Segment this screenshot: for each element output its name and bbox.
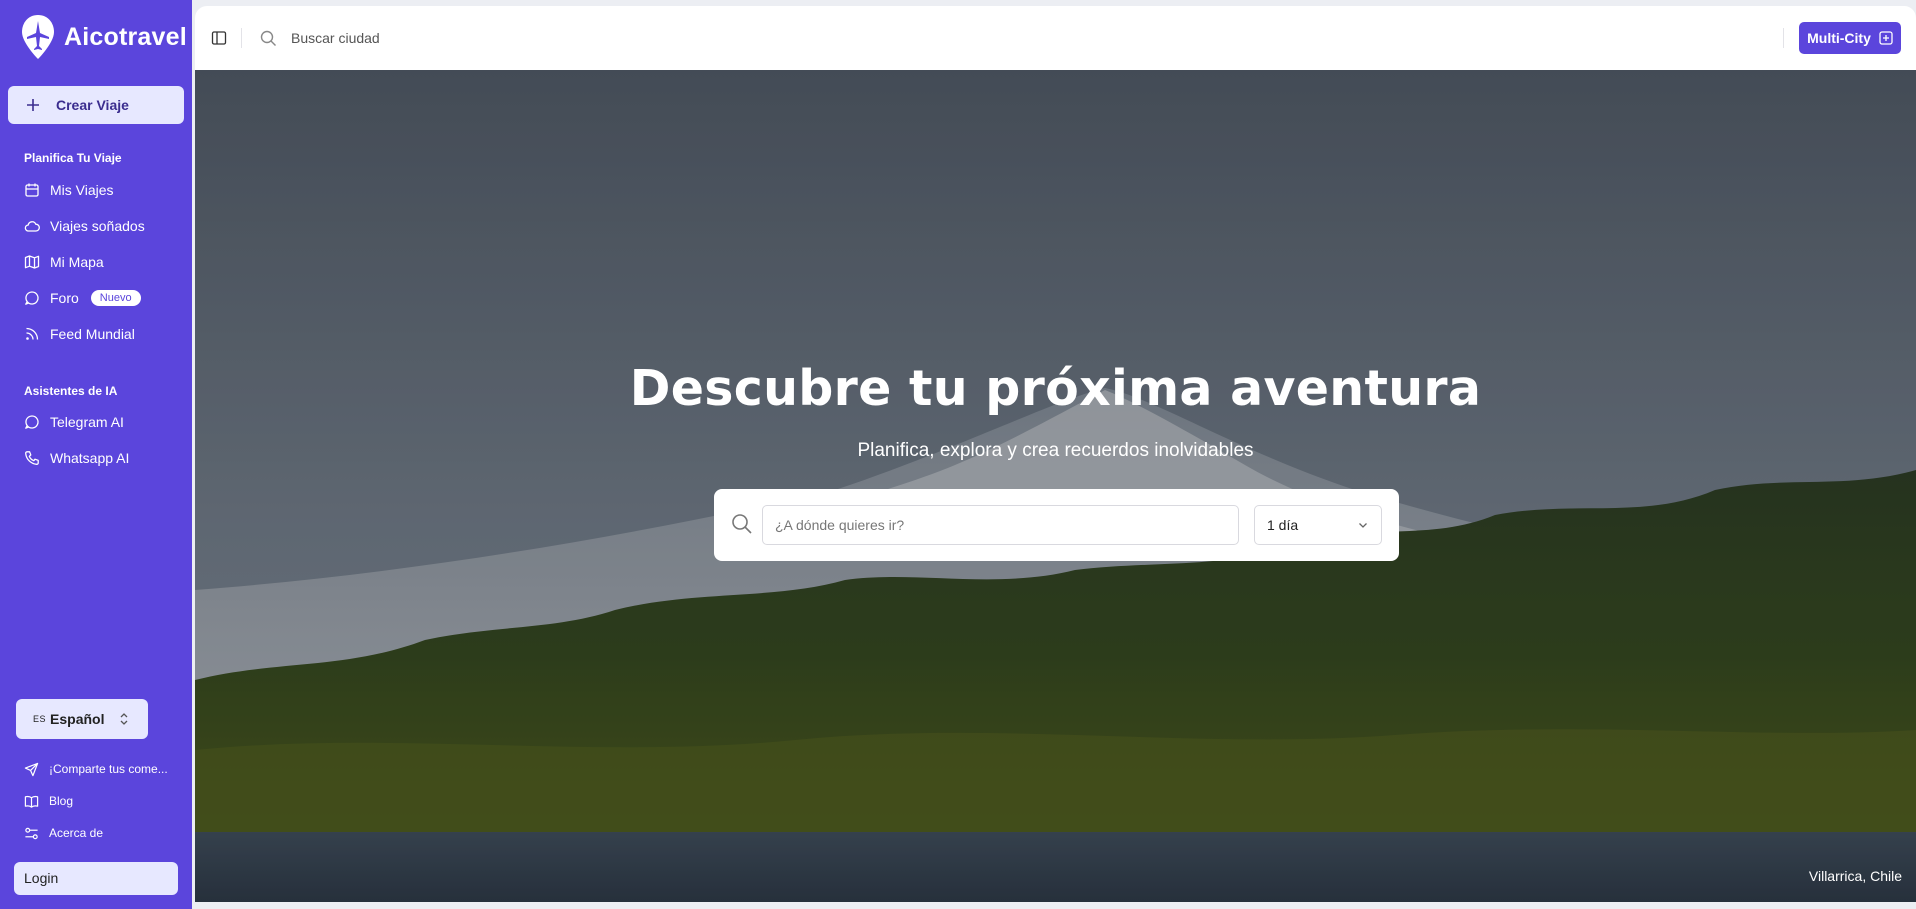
sidebar-toggle-icon[interactable] [211, 30, 227, 46]
calendar-icon [25, 183, 39, 197]
multi-city-label: Multi-City [1807, 30, 1871, 46]
days-select[interactable]: 1 día [1254, 505, 1382, 545]
map-icon [24, 255, 40, 269]
rss-icon [26, 327, 39, 340]
search-icon [260, 30, 276, 46]
sliders-icon [25, 827, 38, 839]
sidebar-item-label: Foro [50, 290, 79, 306]
plane-logo-icon [22, 15, 54, 59]
city-search-input[interactable] [291, 24, 691, 52]
create-trip-label: Crear Viaje [56, 97, 129, 113]
sidebar-item-telegram-ai[interactable]: Telegram AI [24, 409, 124, 435]
language-code: ES [33, 714, 47, 724]
language-name: Español [50, 711, 105, 727]
sidebar-item-viajes-sonados[interactable]: Viajes soñados [24, 213, 145, 239]
trip-search-card: 1 día [714, 489, 1399, 561]
sidebar-item-label: Mis Viajes [50, 182, 114, 198]
chat-icon [25, 291, 39, 305]
multi-city-button[interactable]: Multi-City [1799, 22, 1901, 54]
cloud-icon [24, 221, 40, 232]
sidebar-item-label: Mi Mapa [50, 254, 104, 270]
divider [1783, 28, 1784, 48]
feedback-label: ¡Comparte tus come... [49, 762, 168, 776]
plus-square-icon [1879, 31, 1893, 45]
search-icon [732, 514, 752, 534]
hero-subtitle: Planifica, explora y crea recuerdos inol… [857, 440, 1254, 461]
about-link[interactable]: Acerca de [24, 822, 103, 844]
create-trip-button[interactable]: Crear Viaje [8, 86, 184, 124]
divider [241, 28, 242, 48]
sidebar-item-feed-mundial[interactable]: Feed Mundial [24, 321, 135, 347]
chat-icon [25, 415, 39, 429]
hero-title: Descubre tu próxima aventura [629, 360, 1482, 417]
phone-icon [25, 451, 39, 465]
plus-icon [27, 99, 39, 111]
login-button[interactable]: Login [14, 862, 178, 895]
sidebar-item-label: Viajes soñados [50, 218, 145, 234]
hero-section: Descubre tu próxima aventura Planifica, … [195, 70, 1916, 902]
hero-landscape-image [195, 70, 1916, 902]
sidebar-item-label: Feed Mundial [50, 326, 135, 342]
about-label: Acerca de [49, 826, 104, 840]
destination-input[interactable] [762, 505, 1239, 545]
sidebar-item-label: Whatsapp AI [50, 450, 130, 466]
photo-location-label: Villarrica, Chile [1808, 868, 1902, 884]
sidebar-item-mi-mapa[interactable]: Mi Mapa [24, 249, 104, 275]
section-title-ai: Asistentes de IA [24, 384, 118, 398]
sidebar-item-mis-viajes[interactable]: Mis Viajes [24, 177, 114, 203]
send-icon [24, 762, 39, 776]
sidebar-item-label: Telegram AI [50, 414, 124, 430]
days-value: 1 día [1267, 517, 1299, 533]
brand-name: Aicotravel [64, 22, 187, 51]
sidebar-item-foro[interactable]: Foro Nuevo [24, 285, 141, 311]
language-select[interactable]: ES Español [16, 699, 148, 739]
brand-logo[interactable]: Aicotravel [20, 12, 187, 62]
chevron-down-icon [1359, 523, 1367, 528]
blog-label: Blog [49, 794, 74, 808]
book-icon [24, 795, 39, 808]
top-bar: Multi-City [195, 6, 1916, 70]
section-title-plan: Planifica Tu Viaje [24, 151, 122, 165]
feedback-link[interactable]: ¡Comparte tus come... [24, 758, 168, 780]
new-badge: Nuevo [90, 290, 141, 306]
blog-link[interactable]: Blog [24, 790, 73, 812]
sidebar-item-whatsapp-ai[interactable]: Whatsapp AI [24, 445, 129, 471]
sidebar: Aicotravel Crear Viaje Planifica Tu Viaj… [0, 0, 192, 909]
chevron-updown-icon [120, 713, 128, 725]
